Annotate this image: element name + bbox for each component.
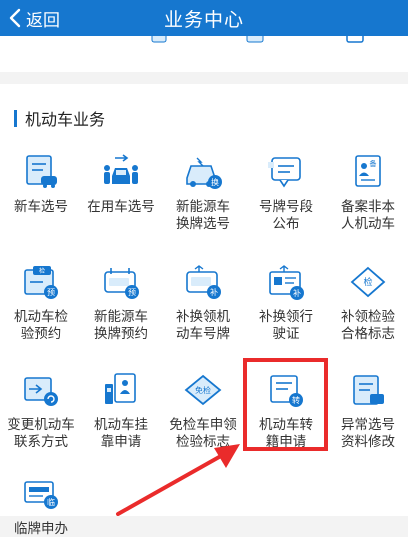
service-label: 号牌号段 公布 [259, 199, 313, 231]
top-bar: 返回 业务中心 [0, 0, 408, 36]
replace-plate-icon: 补 [186, 265, 221, 299]
service-inspection-appointment[interactable]: 检预 机动车检 验预约 [0, 262, 82, 342]
section-title: 机动车业务 [25, 112, 106, 129]
affiliation-document-icon [105, 373, 136, 404]
service-label: 新车选号 [14, 199, 68, 214]
annotation-arrow [116, 444, 240, 516]
scrolled-section-remnant [0, 36, 408, 72]
service-used-car-number[interactable]: 在用车选号 [80, 152, 162, 215]
service-label: 变更机动车 联系方式 [7, 417, 75, 449]
service-new-car-number[interactable]: 新车选号 [0, 152, 82, 215]
svg-text:免检: 免检 [195, 385, 211, 395]
service-label: 异常选号 资料修改 [341, 417, 395, 449]
partial-icon [151, 36, 167, 43]
service-label: 补换领机 动车号牌 [176, 309, 230, 341]
change-contact-icon [24, 377, 58, 406]
inspection-appointment-icon: 检预 [24, 266, 58, 299]
partial-icon [346, 36, 364, 43]
service-label: 临牌申办 [14, 521, 68, 536]
service-register-non-owner-vehicle[interactable]: 备 备案非本 人机动车 [327, 152, 408, 232]
service-change-contact-info[interactable]: 变更机动车 联系方式 [0, 370, 82, 450]
service-label: 补换领行 驶证 [259, 309, 313, 341]
service-label: 补领检验 合格标志 [341, 309, 395, 341]
svg-text:备: 备 [370, 159, 377, 168]
svg-text:补: 补 [293, 288, 301, 298]
service-temporary-plate[interactable]: 临 临牌申办 [0, 474, 82, 537]
data-edit-icon [353, 375, 384, 405]
svg-text:补: 补 [210, 287, 218, 297]
partial-icon [246, 36, 264, 43]
car-people-icon [104, 154, 138, 184]
svg-text:预: 预 [47, 287, 55, 297]
svg-text:检: 检 [363, 276, 372, 288]
service-replace-plate[interactable]: 补 补换领机 动车号牌 [162, 262, 244, 342]
service-label: 新能源车 换牌预约 [94, 309, 148, 341]
inspection-diamond-icon: 检 [350, 266, 386, 298]
service-label: 备案非本 人机动车 [341, 199, 395, 231]
svg-text:检: 检 [39, 267, 45, 275]
ev-car-icon: 换 [186, 157, 222, 189]
temporary-plate-icon: 临 [24, 481, 58, 509]
section-header: 机动车业务 [14, 108, 106, 129]
service-nev-plate-appointment[interactable]: 预 新能源车 换牌预约 [80, 262, 162, 342]
page-title: 业务中心 [163, 10, 244, 31]
svg-text:换: 换 [211, 177, 219, 187]
svg-text:临: 临 [47, 497, 55, 507]
replace-license-icon: 补 [269, 265, 304, 300]
service-label: 机动车检 验预约 [14, 309, 68, 341]
id-document-icon: 备 [355, 155, 381, 187]
service-plate-range-announcement[interactable]: 号牌号段 公布 [245, 152, 327, 232]
annotation-highlight-box [243, 358, 328, 451]
service-label: 新能源车 换牌选号 [176, 199, 230, 231]
service-replace-driving-license[interactable]: 补 补换领行 驶证 [245, 262, 327, 342]
service-label: 在用车选号 [87, 199, 155, 214]
document-car-icon [26, 155, 57, 188]
svg-text:预: 预 [128, 287, 136, 297]
chat-document-icon [268, 157, 301, 188]
section-accent-bar [14, 109, 17, 127]
service-abnormal-number-data-fix[interactable]: 异常选号 资料修改 [327, 370, 408, 450]
plate-appointment-icon: 预 [104, 268, 139, 299]
service-nev-plate-number[interactable]: 换 新能源车 换牌选号 [162, 152, 244, 232]
service-replace-inspection-mark[interactable]: 检 补领检验 合格标志 [327, 262, 408, 342]
exempt-diamond-icon: 免检 [184, 374, 222, 406]
